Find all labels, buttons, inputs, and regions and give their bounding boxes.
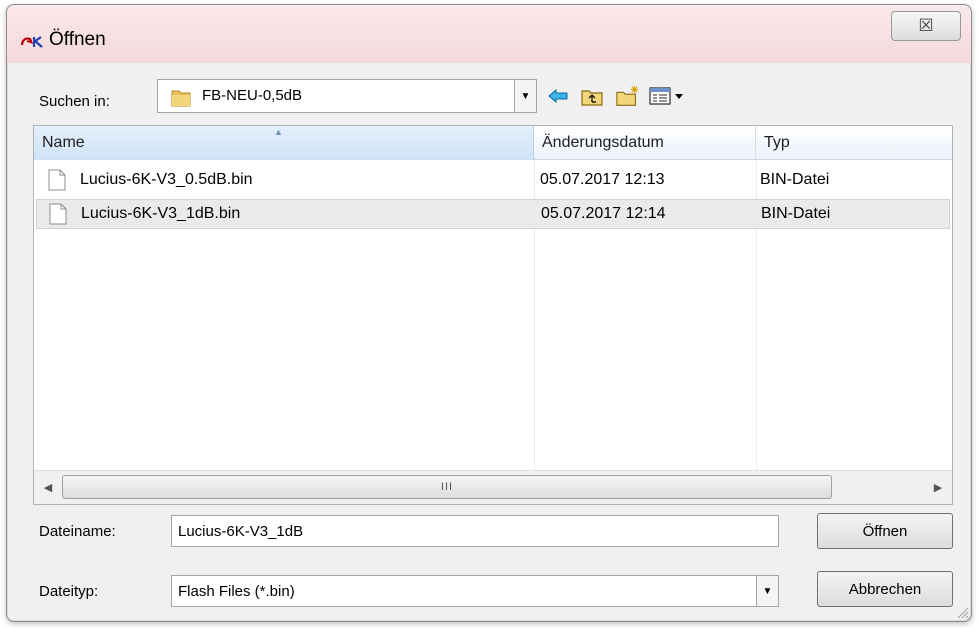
open-button-label: Öffnen — [862, 522, 908, 540]
resize-grip-icon[interactable] — [955, 605, 969, 619]
file-icon — [48, 169, 66, 191]
view-menu-button[interactable] — [647, 83, 689, 109]
chevron-right-icon: ▶ — [933, 481, 943, 494]
open-file-dialog: Öffnen ☒ Suchen in: FB-NEU-0,5dB ▼ Name … — [6, 4, 972, 622]
look-in-value: FB-NEU-0,5dB — [202, 87, 303, 104]
file-list[interactable]: Name ▲ Änderungsdatum Typ Lucius-6K-V3_0… — [33, 125, 953, 505]
filetype-label: Dateityp: — [39, 583, 99, 600]
look-in-combo[interactable]: FB-NEU-0,5dB ▼ — [157, 79, 537, 113]
column-header-name[interactable]: Name ▲ — [34, 126, 534, 160]
filetype-combo[interactable]: Flash Files (*.bin) ▼ — [171, 575, 779, 607]
file-type: BIN-Datei — [760, 171, 830, 188]
sort-arrow-icon: ▲ — [274, 127, 283, 137]
filename-label: Dateiname: — [39, 523, 116, 540]
look-in-label: Suchen in: — [39, 93, 110, 110]
horizontal-scrollbar[interactable]: ◀ III ▶ — [34, 470, 952, 504]
cancel-button[interactable]: Abbrechen — [817, 571, 953, 607]
column-name-label: Name — [42, 134, 85, 151]
back-icon — [548, 88, 568, 104]
scroll-grip: III — [440, 481, 454, 493]
chevron-down-icon: ▼ — [520, 90, 531, 102]
look-in-dropdown-arrow[interactable]: ▼ — [514, 80, 536, 112]
chevron-left-icon: ◀ — [43, 481, 53, 494]
scroll-thumb[interactable]: III — [62, 475, 832, 499]
window-title: Öffnen — [49, 29, 106, 50]
new-folder-button[interactable] — [615, 83, 641, 109]
scroll-right-button[interactable]: ▶ — [926, 475, 950, 499]
column-date-label: Änderungsdatum — [542, 134, 664, 151]
app-icon — [20, 36, 43, 48]
cancel-button-label: Abbrechen — [848, 580, 922, 598]
view-menu-icon — [649, 87, 683, 105]
file-icon — [49, 203, 67, 225]
up-folder-button[interactable] — [579, 83, 605, 109]
title-bar[interactable]: Öffnen ☒ — [7, 5, 971, 63]
new-folder-icon — [616, 85, 639, 106]
open-button[interactable]: Öffnen — [817, 513, 953, 549]
up-folder-icon — [581, 90, 603, 106]
scroll-left-button[interactable]: ◀ — [36, 475, 60, 499]
column-type-label: Typ — [764, 134, 790, 151]
file-date: 05.07.2017 12:13 — [540, 171, 665, 188]
list-item[interactable]: Lucius-6K-V3_0.5dB.bin 05.07.2017 12:13 … — [36, 166, 950, 196]
chevron-down-icon: ▼ — [762, 585, 773, 597]
back-button[interactable] — [545, 83, 571, 109]
folder-icon — [171, 90, 191, 107]
filename-input[interactable] — [171, 515, 779, 547]
file-type: BIN-Datei — [761, 205, 831, 222]
column-header-type[interactable]: Typ — [756, 126, 952, 160]
list-header: Name ▲ Änderungsdatum Typ — [34, 126, 952, 160]
column-header-date[interactable]: Änderungsdatum — [534, 126, 756, 160]
filetype-value: Flash Files (*.bin) — [178, 583, 295, 600]
dialog-client-area: Suchen in: FB-NEU-0,5dB ▼ Name ▲ Änderun… — [7, 63, 971, 621]
close-icon: ☒ — [918, 16, 934, 35]
file-date: 05.07.2017 12:14 — [541, 205, 666, 222]
list-item-selected[interactable]: Lucius-6K-V3_1dB.bin 05.07.2017 12:14 BI… — [36, 199, 950, 229]
file-name: Lucius-6K-V3_1dB.bin — [81, 205, 241, 222]
file-name: Lucius-6K-V3_0.5dB.bin — [80, 171, 253, 188]
filetype-dropdown-arrow[interactable]: ▼ — [756, 576, 778, 606]
close-button[interactable]: ☒ — [891, 11, 961, 41]
